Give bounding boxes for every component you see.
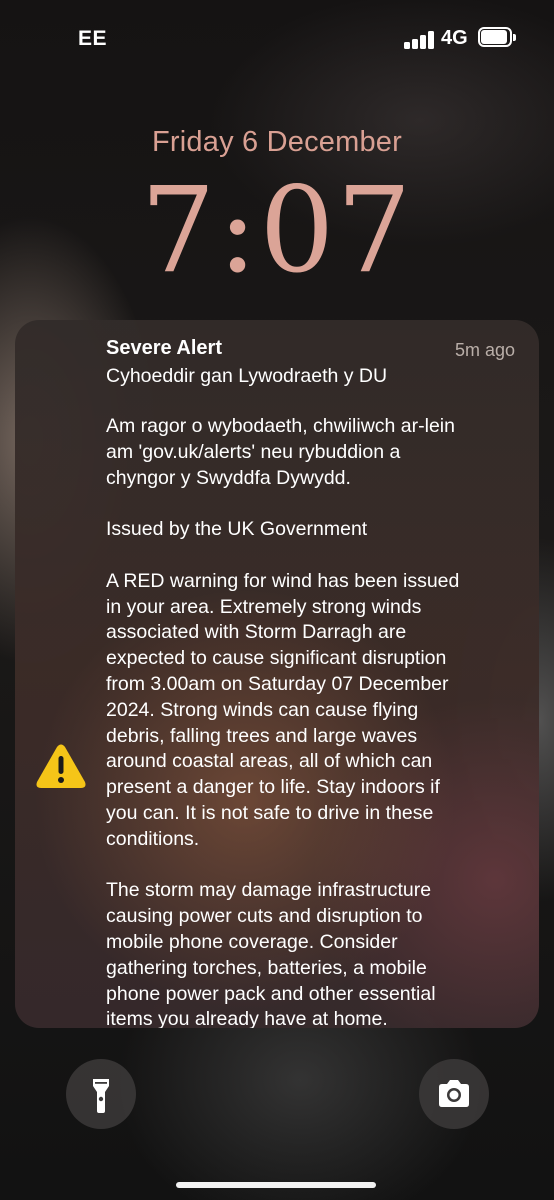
notification-title: Severe Alert (106, 337, 222, 359)
carrier-name: EE (78, 27, 108, 50)
flashlight-icon (93, 1079, 109, 1113)
notification-body: Am ragor o wybodaeth, chwiliwch ar-lein … (106, 414, 526, 1028)
camera-icon (439, 1080, 469, 1107)
severe-alert-notification[interactable]: Severe Alert 5m ago Cyhoeddir gan Lywodr… (15, 320, 539, 1028)
flashlight-button[interactable] (66, 1059, 136, 1129)
body-paragraph-welsh: Am ragor o wybodaeth, chwiliwch ar-lein … (106, 415, 455, 489)
lock-screen-date: Friday 6 December (152, 126, 402, 158)
notification-timestamp: 5m ago (454, 340, 515, 360)
home-indicator[interactable] (176, 1182, 376, 1188)
body-paragraph-issuer: Issued by the UK Government (106, 518, 368, 541)
battery-icon (478, 27, 516, 47)
network-type: 4G (441, 27, 468, 49)
notification-subtitle: Cyhoeddir gan Lywodraeth y DU (106, 365, 388, 387)
status-bar: EE 4G (0, 0, 554, 80)
signal-strength-icon (404, 29, 436, 49)
lock-screen-clock: 7:07 (140, 161, 414, 299)
body-paragraph-advice: The storm may damage infrastructure caus… (106, 879, 436, 1028)
body-paragraph-warning: A RED warning for wind has been issued i… (106, 569, 460, 850)
camera-button[interactable] (419, 1059, 489, 1129)
warning-triangle-icon (36, 744, 86, 788)
